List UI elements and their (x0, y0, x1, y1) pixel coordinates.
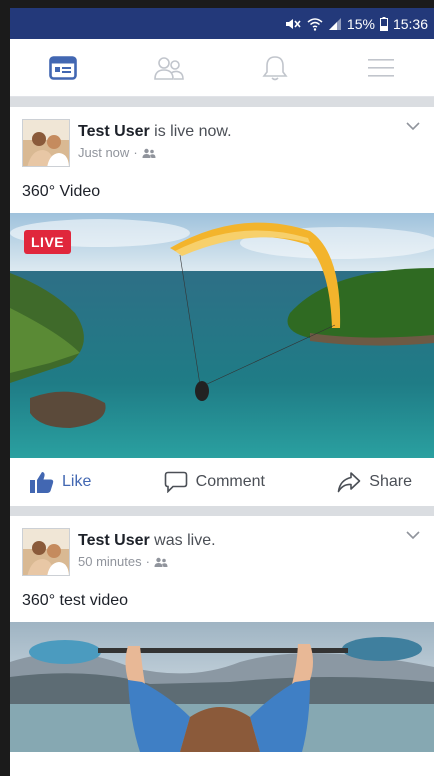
battery-icon (379, 16, 388, 31)
tab-notifications[interactable] (245, 46, 305, 90)
feed-separator (10, 97, 434, 107)
top-nav-bar (10, 39, 434, 97)
share-icon (337, 472, 361, 493)
comment-button[interactable]: Comment (164, 471, 265, 493)
hamburger-icon (368, 58, 394, 77)
author-name[interactable]: Test User (78, 532, 150, 549)
chevron-down-icon[interactable] (404, 528, 422, 542)
thumbs-up-icon (30, 472, 54, 493)
clock: 15:36 (392, 15, 428, 32)
author-name[interactable]: Test User (78, 123, 150, 140)
battery-percent: 15% (346, 15, 375, 32)
post-header: Test User was live. 50 minutes · (10, 516, 434, 576)
comment-label: Comment (195, 473, 265, 490)
friends-icon (154, 557, 168, 567)
feed-post: Test User is live now. Just now · 360° V (10, 107, 434, 506)
mute-icon (285, 18, 301, 29)
post-headline: Test User was live. (78, 531, 216, 551)
app-screen: 15% 15:36 Test User is live now. Just no… (10, 8, 434, 776)
post-action: was live. (149, 532, 216, 549)
avatar-photo (23, 529, 69, 575)
status-icons: 15% 15:36 (284, 16, 428, 32)
post-subline: Just now · (78, 145, 232, 160)
tab-menu[interactable] (351, 46, 411, 90)
bell-icon (262, 55, 288, 80)
post-subline: 50 minutes · (78, 554, 216, 569)
tab-news-feed[interactable] (33, 46, 93, 90)
news-feed-icon (49, 55, 77, 80)
post-meta: Test User was live. 50 minutes · (78, 528, 216, 569)
timestamp[interactable]: 50 minutes (78, 554, 142, 569)
friends-icon (142, 148, 156, 158)
chevron-down-icon[interactable] (404, 119, 422, 133)
tab-friends[interactable] (139, 46, 199, 90)
share-label: Share (369, 473, 412, 490)
dot-separator: · (133, 145, 138, 160)
live-video[interactable]: LIVE (10, 213, 434, 458)
video-frame (10, 622, 434, 752)
wifi-icon (307, 17, 323, 31)
post-header: Test User is live now. Just now · (10, 107, 434, 167)
post-action: is live now. (149, 123, 232, 140)
video-thumbnail[interactable] (10, 622, 434, 752)
friends-icon (154, 56, 184, 80)
avatar[interactable] (22, 119, 70, 167)
signal-icon (328, 17, 341, 30)
post-headline: Test User is live now. (78, 122, 232, 142)
post-meta: Test User is live now. Just now · (78, 119, 232, 160)
avatar-photo (23, 120, 69, 166)
device-frame: 15% 15:36 Test User is live now. Just no… (0, 0, 434, 776)
share-button[interactable]: Share (337, 471, 412, 493)
avatar[interactable] (22, 528, 70, 576)
video-frame (10, 213, 434, 458)
post-actions: Like Comment Share (10, 458, 434, 506)
comment-icon (164, 471, 187, 493)
status-bar: 15% 15:36 (10, 8, 434, 39)
live-badge: LIVE (24, 230, 72, 254)
post-text: 360° Video (22, 183, 101, 200)
like-label: Like (62, 473, 92, 490)
feed-separator (10, 506, 434, 516)
post-text: 360° test video (22, 592, 129, 609)
dot-separator: · (145, 554, 150, 569)
timestamp[interactable]: Just now (78, 145, 129, 160)
feed-post: Test User was live. 50 minutes · 360° te (10, 516, 434, 752)
like-button[interactable]: Like (30, 471, 91, 493)
